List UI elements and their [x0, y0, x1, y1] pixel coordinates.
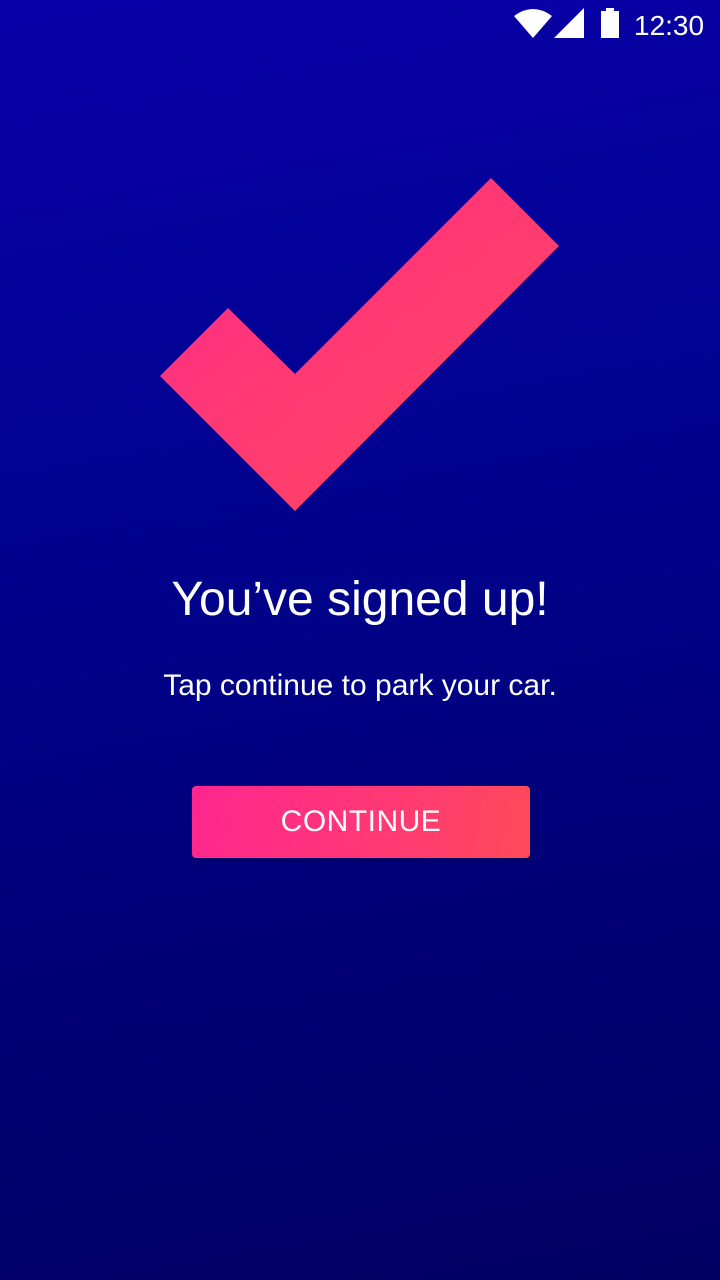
status-bar: 12:30 — [0, 0, 720, 50]
page-title: You’ve signed up! — [171, 573, 549, 626]
wifi-icon — [514, 9, 552, 38]
checkmark-icon — [160, 178, 559, 511]
battery-icon — [601, 8, 619, 38]
signup-success-screen: 12:30 You’ve signed up! Tap continue to … — [0, 0, 720, 1280]
page-subtitle: Tap continue to park your car. — [163, 669, 557, 702]
status-time: 12:30 — [634, 10, 705, 41]
cell-signal-icon — [554, 8, 584, 38]
continue-button[interactable]: CONTINUE — [192, 786, 530, 858]
